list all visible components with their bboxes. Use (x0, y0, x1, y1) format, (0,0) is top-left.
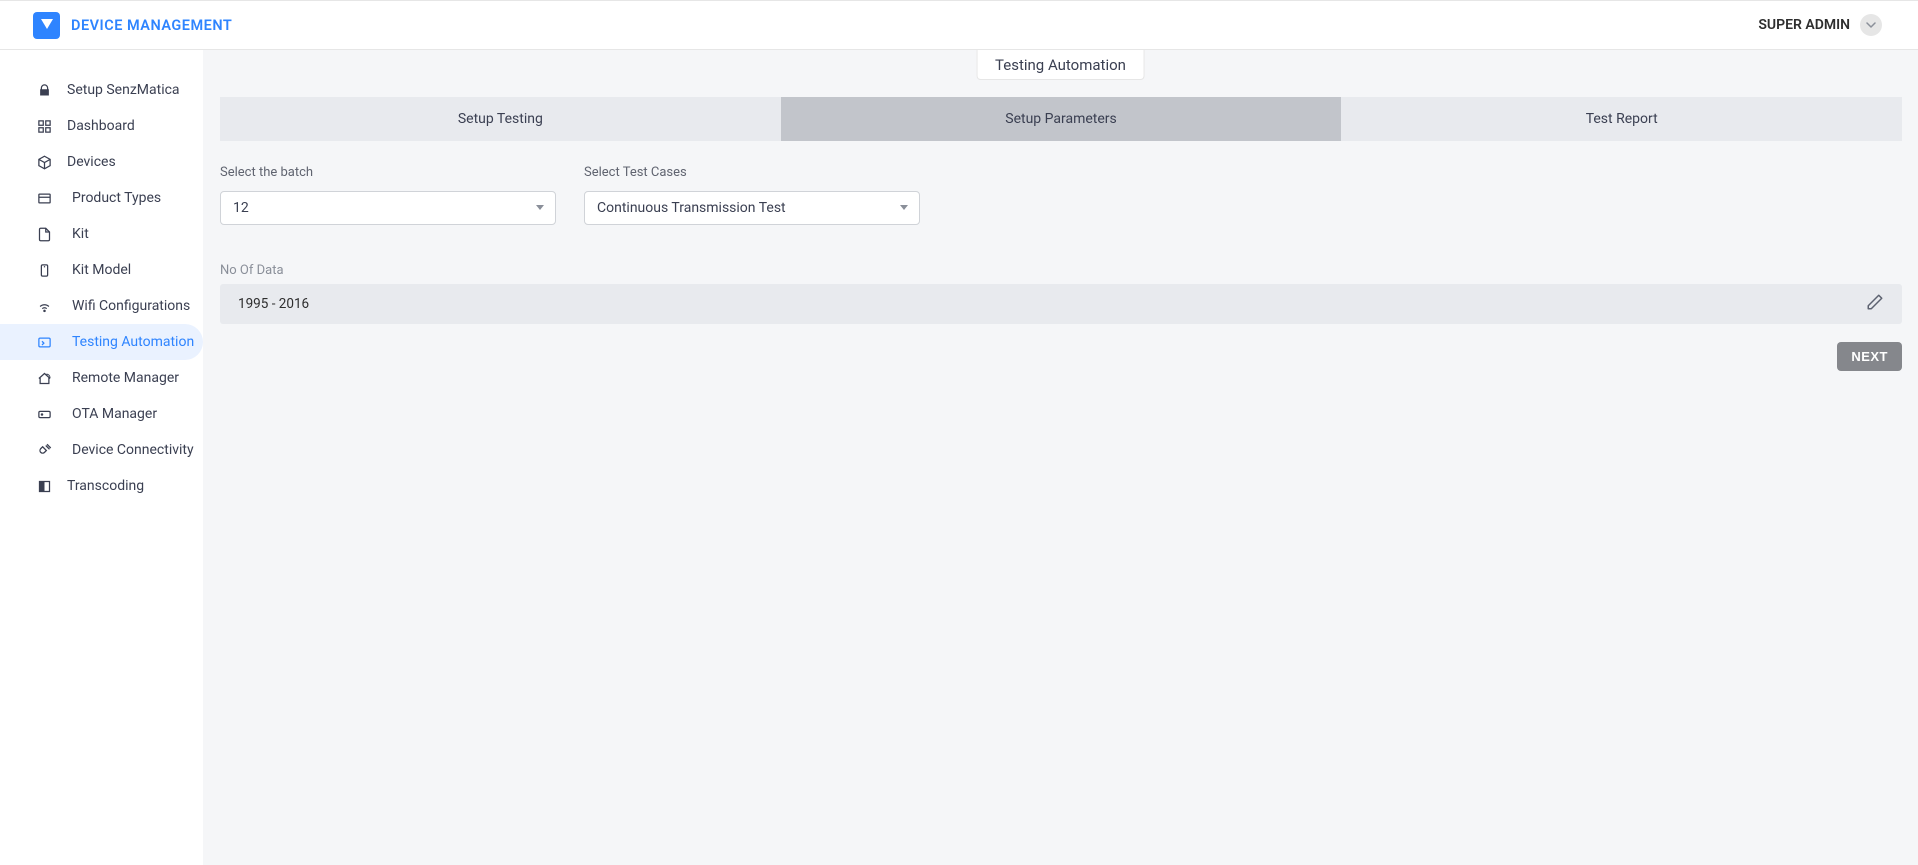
app-header: DEVICE MANAGEMENT SUPER ADMIN (0, 1, 1918, 50)
sidebar-item-setup-senzmatica[interactable]: Setup SenzMatica (0, 72, 203, 108)
phone-icon (36, 262, 53, 279)
sidebar-item-label: Devices (67, 154, 116, 170)
box-icon (36, 190, 53, 207)
user-menu-toggle[interactable] (1860, 14, 1882, 36)
caret-down-icon (535, 200, 545, 216)
sidebar-item-label: Setup SenzMatica (67, 82, 180, 98)
column-icon (36, 478, 53, 495)
sidebar-item-label: Remote Manager (72, 370, 179, 386)
tab-test-report[interactable]: Test Report (1341, 97, 1902, 141)
plug-icon (36, 442, 53, 459)
no-of-data-row: 1995 - 2016 (220, 284, 1902, 324)
caret-down-icon (899, 200, 909, 216)
sidebar-item-label: Wifi Configurations (72, 298, 190, 314)
lock-icon (36, 82, 53, 99)
next-button[interactable]: NEXT (1837, 342, 1902, 371)
app-title: DEVICE MANAGEMENT (71, 17, 232, 34)
sidebar-item-transcoding[interactable]: Transcoding (0, 468, 203, 504)
sidebar-item-label: Product Types (72, 190, 161, 206)
home-signal-icon (36, 370, 53, 387)
sidebar-item-device-connectivity[interactable]: Device Connectivity (0, 432, 203, 468)
sidebar: Setup SenzMatica Dashboard Devices Produ… (0, 50, 203, 865)
batch-select-value: 12 (233, 200, 249, 216)
sidebar-item-label: Dashboard (67, 118, 135, 134)
sidebar-item-ota-manager[interactable]: OTA Manager (0, 396, 203, 432)
dashboard-icon (36, 118, 53, 135)
sidebar-item-devices[interactable]: Devices (0, 144, 203, 180)
no-of-data-value: 1995 - 2016 (238, 296, 309, 312)
sidebar-item-product-types[interactable]: Product Types (0, 180, 203, 216)
page-chip: Testing Automation (976, 50, 1145, 80)
sidebar-item-label: Device Connectivity (72, 442, 194, 458)
current-user-label: SUPER ADMIN (1758, 17, 1850, 33)
wifi-icon (36, 298, 53, 315)
tests-select[interactable]: Continuous Transmission Test (584, 191, 920, 225)
sidebar-item-label: Kit Model (72, 262, 131, 278)
sidebar-item-kit[interactable]: Kit (0, 216, 203, 252)
file-icon (36, 226, 53, 243)
no-of-data-label: No Of Data (220, 263, 1902, 278)
edit-icon[interactable] (1866, 293, 1884, 315)
sidebar-item-label: Kit (72, 226, 89, 242)
batch-label: Select the batch (220, 165, 556, 180)
sidebar-item-testing-automation[interactable]: Testing Automation (0, 324, 203, 360)
batch-select[interactable]: 12 (220, 191, 556, 225)
chevron-down-icon (1866, 20, 1876, 30)
tab-setup-parameters[interactable]: Setup Parameters (781, 97, 1342, 141)
sidebar-item-kit-model[interactable]: Kit Model (0, 252, 203, 288)
tests-select-value: Continuous Transmission Test (597, 200, 786, 216)
sidebar-item-remote-manager[interactable]: Remote Manager (0, 360, 203, 396)
tab-setup-testing[interactable]: Setup Testing (220, 97, 781, 141)
main-content: Testing Automation Setup Testing Setup P… (203, 50, 1918, 865)
terminal-icon (36, 334, 53, 351)
cube-icon (36, 154, 53, 171)
sidebar-item-wifi-configurations[interactable]: Wifi Configurations (0, 288, 203, 324)
tests-label: Select Test Cases (584, 165, 920, 180)
step-tabs: Setup Testing Setup Parameters Test Repo… (220, 97, 1902, 141)
sidebar-item-label: Testing Automation (72, 334, 194, 350)
app-logo (33, 12, 60, 39)
card-icon (36, 406, 53, 423)
sidebar-item-label: Transcoding (67, 478, 144, 494)
sidebar-item-label: OTA Manager (72, 406, 157, 422)
sidebar-item-dashboard[interactable]: Dashboard (0, 108, 203, 144)
